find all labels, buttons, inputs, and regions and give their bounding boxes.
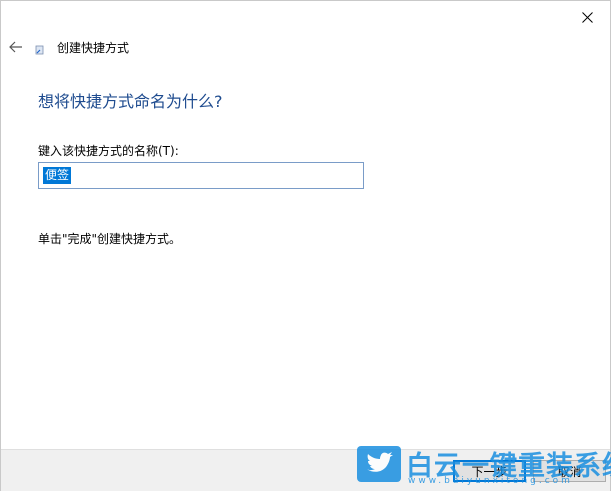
watermark-url: www.baiyunxitong.com	[408, 476, 573, 486]
wizard-header: 创建快捷方式	[1, 33, 610, 63]
close-button[interactable]	[570, 3, 604, 31]
back-arrow-icon	[9, 41, 22, 53]
page-heading: 想将快捷方式命名为什么?	[38, 92, 223, 111]
create-shortcut-window: 创建快捷方式 想将快捷方式命名为什么? 键入该快捷方式的名称(T): 便签 单击…	[0, 0, 611, 491]
shortcut-name-label: 键入该快捷方式的名称(T):	[38, 144, 179, 158]
shortcut-wizard-icon	[35, 45, 44, 55]
title-bar	[1, 1, 610, 33]
finish-hint: 单击"完成"创建快捷方式。	[38, 232, 182, 246]
shortcut-name-input[interactable]: 便签	[38, 162, 364, 189]
wizard-title: 创建快捷方式	[57, 41, 130, 55]
close-icon	[581, 11, 593, 23]
shortcut-name-value: 便签	[43, 167, 72, 184]
back-button[interactable]	[5, 35, 27, 59]
twitter-bird-icon	[357, 446, 401, 482]
watermark: 白云一键重装系统 www.baiyunxitong.com	[356, 443, 611, 489]
